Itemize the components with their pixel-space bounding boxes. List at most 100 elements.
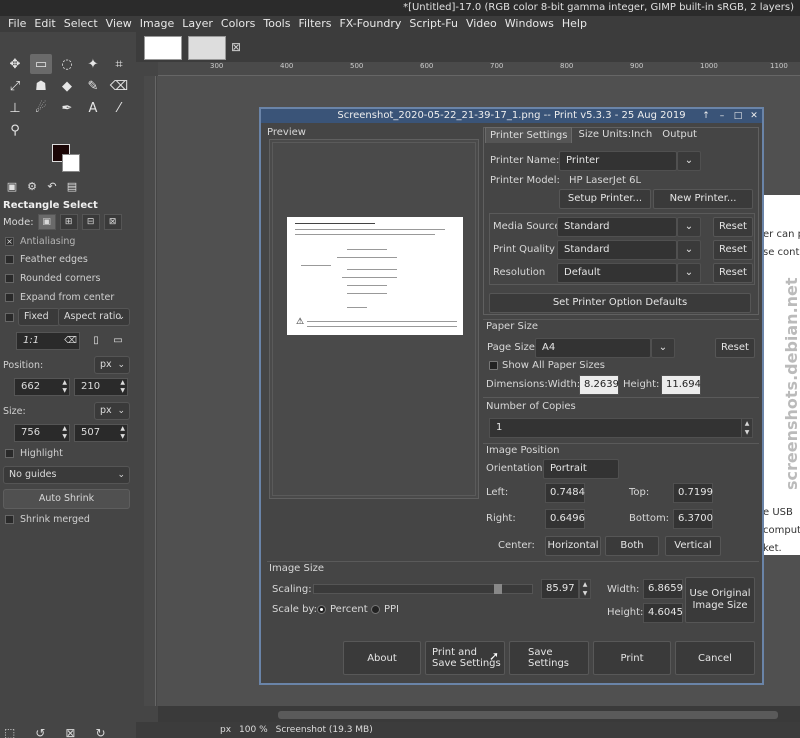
scaling-slider[interactable] [313,584,533,594]
menu-edit[interactable]: Edit [30,16,59,32]
menu-image[interactable]: Image [136,16,178,32]
tab-output[interactable]: Output [658,127,701,143]
center-horizontal-button[interactable]: Horizontal [545,536,601,556]
fuzzy-select-tool-icon[interactable]: ✦ [82,54,104,74]
shade-icon[interactable]: ↑ [700,109,712,123]
media-source-chevron-down-icon[interactable]: ⌄ [677,217,701,237]
save-settings-button[interactable]: Save Settings [509,641,589,675]
print-button[interactable]: Print [593,641,671,675]
size-unit-dropdown[interactable]: px ⌄ [94,402,130,420]
mode-intersect-icon[interactable]: ⊠ [103,214,122,230]
setup-printer-button[interactable]: Setup Printer... [559,189,651,209]
clear-icon[interactable]: ⌫ [64,333,77,349]
tool-options-tab-icon[interactable]: ▣ [4,180,20,198]
fixed-mode-dropdown[interactable]: Aspect ratio ⌄ [58,308,130,326]
highlight-checkbox[interactable]: Highlight [5,448,63,459]
zoom-tool-icon[interactable]: ⚲ [4,120,26,140]
page-size-reset-button[interactable]: Reset [715,338,755,358]
copies-field[interactable]: 1 [489,418,743,438]
menu-file[interactable]: File [4,16,30,32]
spin-arrows-icon[interactable]: ▲ ▼ [62,425,67,441]
mode-add-icon[interactable]: ⊞ [59,214,78,230]
portrait-icon[interactable]: ▯ [88,332,104,348]
menu-script-fu[interactable]: Script-Fu [405,16,462,32]
menu-colors[interactable]: Colors [217,16,259,32]
device-status-tab-icon[interactable]: ⚙ [24,180,40,198]
move-tool-icon[interactable]: ✥ [4,54,26,74]
image-tab-1[interactable] [144,36,182,60]
save-options-icon[interactable]: ⬚ [4,726,15,738]
guides-dropdown[interactable]: No guides ⌄ [3,466,130,484]
scale-percent-radio[interactable]: Percent [317,604,368,615]
warp-tool-icon[interactable]: ☗ [30,76,52,96]
page-size-chevron-down-icon[interactable]: ⌄ [651,338,675,358]
tab-size-units[interactable]: Size Units:Inch [574,127,656,143]
menu-filters[interactable]: Filters [294,16,335,32]
right-field[interactable]: 0.6496 [545,509,585,529]
rounded-corners-checkbox[interactable]: Rounded corners [5,273,100,284]
reset-options-icon[interactable]: ↻ [95,726,105,738]
close-icon[interactable]: ✕ [748,109,760,123]
page-size-select[interactable]: A4 [535,338,651,358]
scrollbar-thumb[interactable] [278,711,778,719]
orientation-select[interactable]: Portrait [543,459,619,479]
auto-shrink-button[interactable]: Auto Shrink [3,489,130,509]
fixed-checkbox[interactable] [5,313,14,322]
crop-tool-icon[interactable]: ⌗ [108,54,130,74]
print-quality-reset-button[interactable]: Reset [713,240,753,260]
cancel-button[interactable]: Cancel [675,641,755,675]
rect-select-tool-icon[interactable]: ▭ [30,54,52,74]
center-vertical-button[interactable]: Vertical [665,536,721,556]
dimensions-width-field[interactable]: 8.2639 [579,375,619,395]
dimensions-height-field[interactable]: 11.694 [661,375,701,395]
resolution-select[interactable]: Default [557,263,677,283]
close-tab-icon[interactable]: ⊠ [231,40,241,54]
color-picker-tool-icon[interactable]: ⁄ [108,98,130,118]
clone-tool-icon[interactable]: ⊥ [4,98,26,118]
menu-view[interactable]: View [102,16,136,32]
left-field[interactable]: 0.7484 [545,483,585,503]
show-all-sizes-checkbox[interactable]: Show All Paper Sizes [489,360,605,371]
undo-history-tab-icon[interactable]: ↶ [44,180,60,198]
printer-name-select[interactable]: Printer [559,151,677,171]
menu-help[interactable]: Help [558,16,591,32]
scaling-spin-arrows-icon[interactable]: ▲ ▼ [579,579,591,599]
smudge-tool-icon[interactable]: ☄ [30,98,52,118]
menu-select[interactable]: Select [60,16,102,32]
menu-tools[interactable]: Tools [259,16,294,32]
scaling-field[interactable]: 85.97 [541,579,579,599]
menu-windows[interactable]: Windows [501,16,558,32]
position-x-field[interactable]: 662 ▲ ▼ [14,378,70,396]
media-source-reset-button[interactable]: Reset [713,217,753,237]
paintbrush-tool-icon[interactable]: ✎ [82,76,104,96]
maximize-icon[interactable]: □ [732,109,744,123]
resolution-reset-button[interactable]: Reset [713,263,753,283]
zoom-dropdown[interactable]: 100 % [239,722,268,738]
horizontal-scrollbar[interactable] [158,706,800,722]
print-quality-select[interactable]: Standard [557,240,677,260]
spin-arrows-icon[interactable]: ▲ ▼ [120,425,125,441]
mode-subtract-icon[interactable]: ⊟ [81,214,100,230]
bucket-tool-icon[interactable]: ◆ [56,76,78,96]
images-tab-icon[interactable]: ▤ [64,180,80,198]
minimize-icon[interactable]: – [716,109,728,123]
ratio-field[interactable]: 1:1 ⌫ [16,332,80,350]
use-original-size-button[interactable]: Use Original Image Size [685,577,755,623]
delete-options-icon[interactable]: ⊠ [65,726,75,738]
menu-layer[interactable]: Layer [178,16,217,32]
size-height-field[interactable]: 507 ▲ ▼ [74,424,128,442]
print-quality-chevron-down-icon[interactable]: ⌄ [677,240,701,260]
position-y-field[interactable]: 210 ▲ ▼ [74,378,128,396]
set-printer-defaults-button[interactable]: Set Printer Option Defaults [489,293,751,313]
top-field[interactable]: 0.7199 [673,483,713,503]
image-tab-2[interactable] [188,36,226,60]
menu-fx-foundry[interactable]: FX-Foundry [335,16,405,32]
image-width-field[interactable]: 6.8659 [643,579,683,599]
transform-tool-icon[interactable]: ⤢ [4,76,26,96]
copies-spin-arrows-icon[interactable]: ▲ ▼ [741,418,753,438]
image-height-field[interactable]: 4.6045 [643,603,683,623]
eraser-tool-icon[interactable]: ⌫ [108,76,130,96]
antialiasing-checkbox[interactable]: × Antialiasing [5,236,75,247]
feather-edges-checkbox[interactable]: Feather edges [5,254,88,265]
media-source-select[interactable]: Standard [557,217,677,237]
